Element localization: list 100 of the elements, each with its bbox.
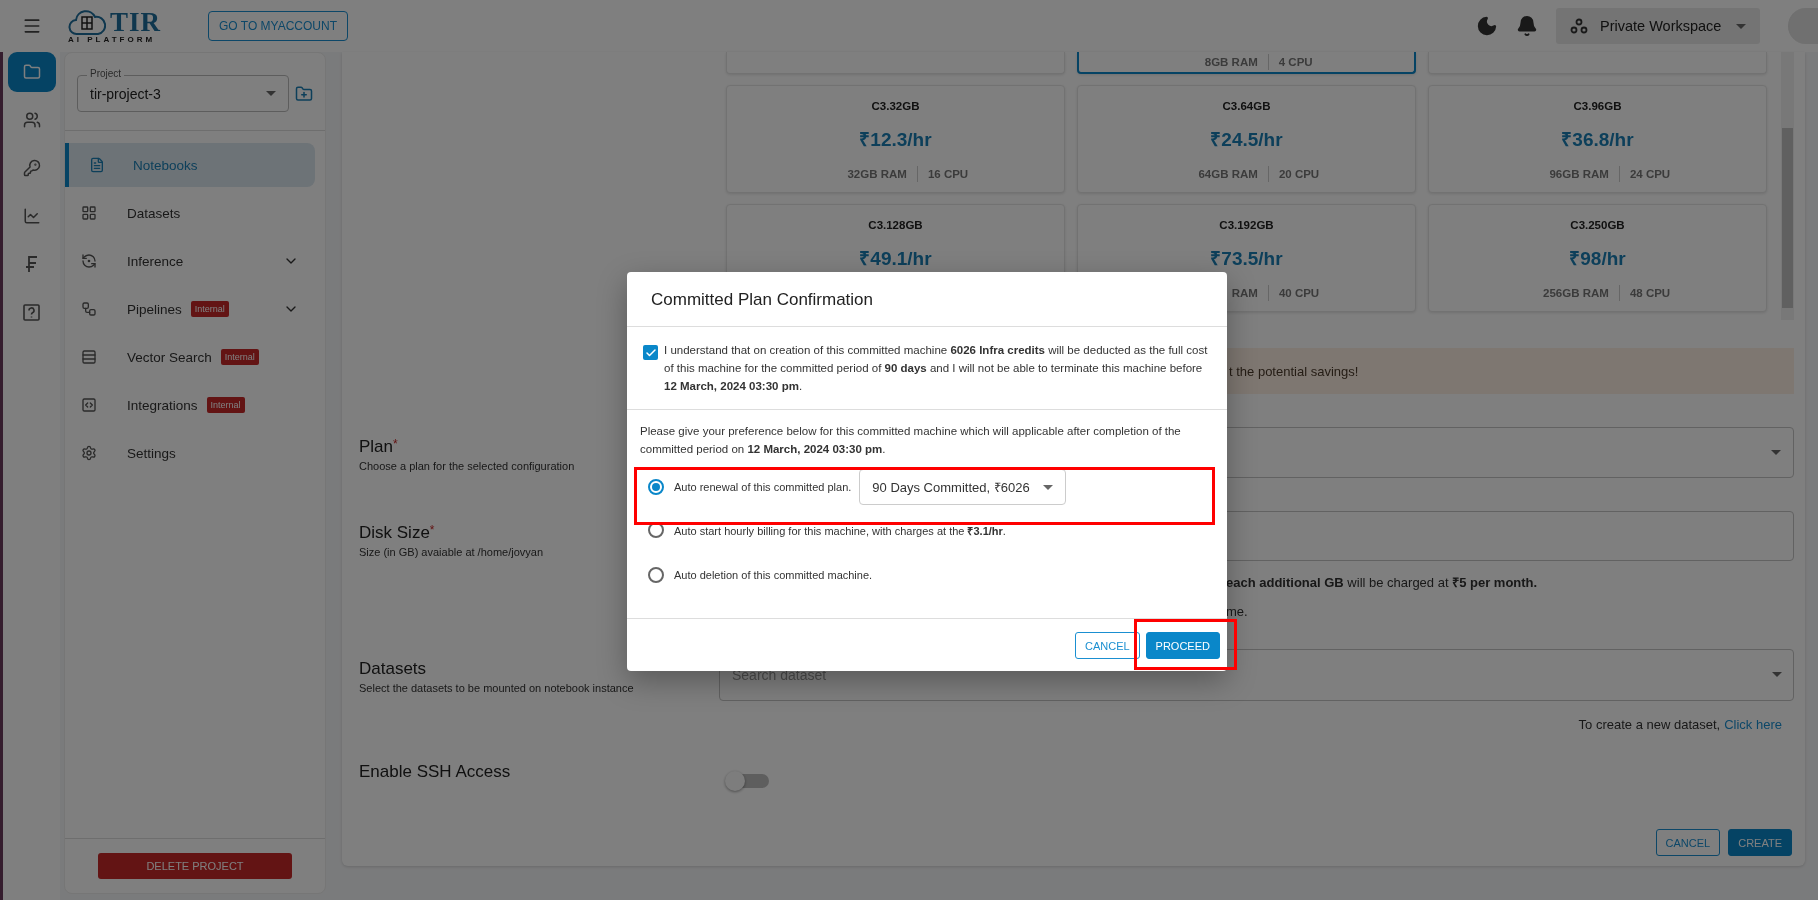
- nav-label: Settings: [127, 445, 176, 461]
- nav-label: Integrations: [127, 397, 198, 413]
- plan-price: ₹36.8/hr: [1561, 128, 1634, 152]
- caret-icon: [1736, 23, 1746, 29]
- option-label: Auto start hourly billing for this machine, with charges at the ₹3.1/hr.: [674, 523, 1006, 538]
- menu-icon[interactable]: [22, 16, 42, 36]
- dialog-title: Committed Plan Confirmation: [627, 272, 1227, 327]
- plan-price: ₹73.5/hr: [1210, 247, 1283, 271]
- cpu-spec: 24 CPU: [1628, 168, 1672, 180]
- plan-card[interactable]: 8GB RAM 4 CPU: [1077, 52, 1416, 74]
- preference-text: Please give your preference below for this committed machine which will applicable after completion of the committed period on 12 March, 2024 03:30 pm.: [640, 424, 1182, 457]
- radio-button[interactable]: [648, 479, 664, 495]
- plan-price: ₹24.5/hr: [1210, 128, 1283, 152]
- key-icon: [22, 159, 41, 177]
- help-icon: [23, 303, 40, 321]
- chart-search-icon: [22, 207, 41, 225]
- field-label: Disk Size*: [359, 523, 435, 543]
- nav-item[interactable]: Datasets: [65, 191, 315, 235]
- plan-name: C3.128GB: [868, 219, 923, 231]
- plan-name: C3.32GB: [871, 100, 920, 112]
- radio-button[interactable]: [648, 522, 664, 538]
- cancel-button[interactable]: CANCEL: [1655, 829, 1721, 856]
- create-button[interactable]: CREATE: [1728, 829, 1792, 856]
- nav-item[interactable]: Inference: [65, 239, 315, 283]
- ram-spec: 256GB RAM: [1542, 287, 1610, 299]
- nav-item[interactable]: Settings: [65, 431, 315, 475]
- ram-spec: 8GB RAM: [1203, 56, 1259, 68]
- nav-label: Notebooks: [133, 157, 198, 173]
- plan-card[interactable]: C3.64GB ₹24.5/hr 64GB RAM 20 CPU: [1077, 85, 1416, 193]
- caret-icon: [1772, 672, 1782, 677]
- plan-name: C3.96GB: [1573, 100, 1622, 112]
- plan-price: ₹12.3/hr: [859, 128, 932, 152]
- ram-spec: RAM: [1230, 287, 1259, 299]
- folder-add-icon[interactable]: [295, 84, 313, 103]
- create-dataset-text: To create a new dataset,: [1578, 717, 1721, 732]
- radio-button[interactable]: [648, 567, 664, 583]
- caret-icon: [266, 91, 276, 96]
- cpu-spec: 4 CPU: [1277, 56, 1314, 68]
- refresh-icon: [81, 253, 97, 269]
- workflow-icon: [81, 301, 97, 317]
- users-icon: [22, 111, 41, 129]
- plan-card[interactable]: C3.96GB ₹36.8/hr 96GB RAM 24 CPU: [1428, 85, 1767, 193]
- cloud-logo-icon: [68, 8, 106, 36]
- field-label: Enable SSH Access: [359, 762, 511, 782]
- nav-label: Inference: [127, 253, 184, 269]
- workspace-button[interactable]: Private Workspace: [1556, 8, 1760, 44]
- option-label: Auto deletion of this committed machine.: [674, 569, 873, 581]
- disk-note: each additional GB will be charged at ₹5 per month.: [1226, 574, 1538, 591]
- cpu-spec: 48 CPU: [1628, 287, 1672, 299]
- nav-label: Pipelines: [127, 301, 182, 317]
- plan-card[interactable]: C3.250GB ₹98/hr 256GB RAM 48 CPU: [1428, 204, 1767, 312]
- grid-icon: [81, 205, 97, 221]
- ram-spec: 32GB RAM: [846, 168, 908, 180]
- plan-name: C3.250GB: [1570, 219, 1625, 231]
- nav-item[interactable]: Vector Search Internal: [65, 335, 315, 379]
- internal-badge: Internal: [220, 349, 259, 365]
- option-label: Auto renewal of this committed plan.: [674, 481, 852, 493]
- code-square-icon: [81, 397, 97, 413]
- folder-icon: [22, 63, 41, 81]
- document-icon: [89, 157, 105, 173]
- nav-label: Vector Search: [127, 349, 212, 365]
- scrollbar[interactable]: [1781, 52, 1794, 320]
- nav-item[interactable]: Notebooks: [65, 143, 315, 187]
- field-label: Plan*: [359, 437, 398, 457]
- plan-name: C3.64GB: [1222, 100, 1271, 112]
- field-label: Datasets: [359, 659, 427, 679]
- delete-project-button[interactable]: DELETE PROJECT: [98, 853, 292, 879]
- nav-item[interactable]: Integrations Internal: [65, 383, 315, 427]
- proceed-button[interactable]: PROCEED: [1145, 632, 1220, 659]
- bell-icon[interactable]: [1516, 15, 1538, 37]
- ram-spec: 96GB RAM: [1548, 168, 1610, 180]
- plan-name: C3.192GB: [1219, 219, 1274, 231]
- internal-badge: Internal: [206, 397, 245, 413]
- caret-icon: [1771, 450, 1781, 455]
- logo-tagline: AI PLATFORM: [68, 36, 157, 44]
- go-to-account-button[interactable]: GO TO MYACCOUNT: [208, 11, 349, 41]
- logo-name: TIR: [110, 8, 161, 36]
- internal-badge: Internal: [190, 301, 229, 317]
- cpu-spec: 16 CPU: [926, 168, 970, 180]
- settings-icon: [81, 445, 97, 461]
- nav-item[interactable]: Pipelines Internal: [65, 287, 315, 331]
- moon-icon[interactable]: [1476, 15, 1498, 37]
- plan-price: ₹49.1/hr: [859, 247, 932, 271]
- nav-label: Datasets: [127, 205, 181, 221]
- cpu-spec: 20 CPU: [1277, 168, 1321, 180]
- plan-price: ₹98/hr: [1569, 247, 1626, 271]
- caret-icon: [1043, 484, 1054, 490]
- ram-spec: 64GB RAM: [1197, 168, 1259, 180]
- agreement-checkbox[interactable]: [643, 345, 658, 360]
- rail-button[interactable]: [7, 52, 56, 92]
- click-here-link[interactable]: Click here: [1724, 717, 1782, 732]
- stacked-rows-icon: [81, 349, 97, 365]
- cpu-spec: 40 CPU: [1277, 287, 1321, 299]
- plan-card[interactable]: C3.32GB ₹12.3/hr 32GB RAM 16 CPU: [726, 85, 1065, 193]
- field-hint: Choose a plan for the selected configuration: [359, 460, 575, 472]
- disk-note: me.: [1226, 604, 1248, 619]
- field-hint: Size (in GB) avaiable at /home/jovyan: [359, 546, 544, 558]
- ssh-toggle[interactable]: [727, 774, 769, 788]
- field-label: Project: [87, 68, 125, 79]
- currency-icon: [24, 255, 39, 273]
